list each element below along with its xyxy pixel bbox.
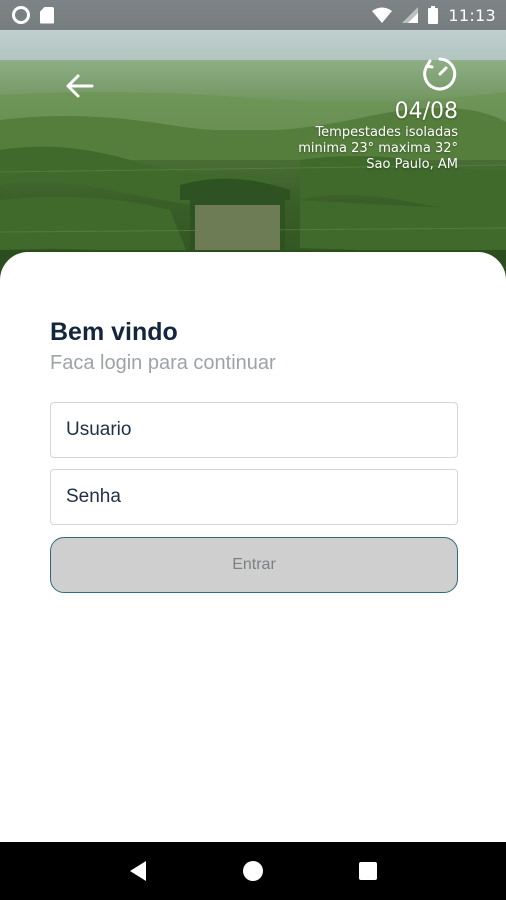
- battery-icon: [428, 6, 439, 24]
- page-title: Bem vindo: [50, 318, 178, 346]
- password-input[interactable]: [50, 469, 458, 525]
- weather-dial-icon: [423, 57, 457, 91]
- system-nav-bar: [0, 842, 506, 900]
- weather-date: 04/08: [394, 99, 458, 124]
- login-button[interactable]: Entrar: [50, 537, 458, 593]
- sd-card-icon: [40, 6, 54, 24]
- circle-icon: [12, 6, 30, 24]
- back-button[interactable]: [62, 68, 98, 104]
- weather-temperatures: minima 23° maxima 32°: [298, 141, 458, 156]
- home-circle-icon: [242, 861, 263, 881]
- status-bar: 11:13: [0, 0, 506, 30]
- weather-widget: 04/08 Tempestades isoladas minima 23° ma…: [298, 56, 458, 173]
- weather-location: Sao Paulo, AM: [366, 157, 458, 172]
- username-input[interactable]: [50, 402, 458, 458]
- login-card: Bem vindo Faca login para continuar Entr…: [0, 252, 506, 842]
- recents-square-icon: [359, 862, 378, 880]
- back-triangle-icon: [129, 861, 146, 881]
- weather-condition: Tempestades isoladas: [315, 125, 458, 140]
- status-right-icons: 11:13: [372, 6, 496, 25]
- status-left-icons: [12, 6, 54, 24]
- wifi-icon: [372, 7, 393, 23]
- arrow-left-icon: [66, 74, 94, 98]
- page-subtitle: Faca login para continuar: [50, 352, 276, 374]
- nav-back-button[interactable]: [118, 851, 158, 891]
- login-button-label: Entrar: [232, 556, 276, 573]
- signal-icon: [402, 7, 419, 23]
- nav-recents-button[interactable]: [348, 851, 388, 891]
- nav-home-button[interactable]: [233, 851, 273, 891]
- status-time: 11:13: [448, 5, 496, 25]
